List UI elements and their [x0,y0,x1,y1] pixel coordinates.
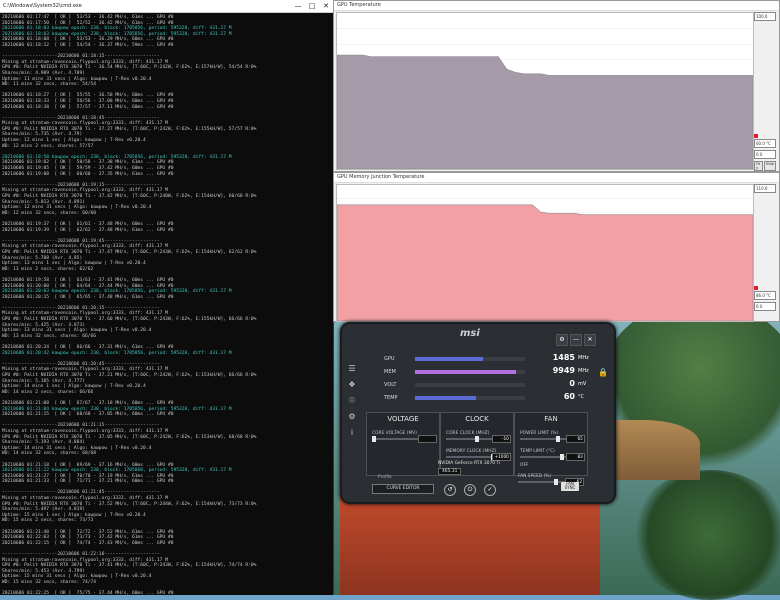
gauge-gpu: GPU 1485 MHz [370,353,590,364]
max-value[interactable]: 100.0 [754,12,776,21]
slider-knob[interactable] [475,436,480,442]
current-value: 86.0 °C [754,291,776,300]
gauge-unit: MHz [578,368,589,374]
gauge-value: 9949 [552,366,575,375]
slider-value-box[interactable]: 83 [565,453,585,461]
driver-version: 465.31 [438,468,462,475]
gauge-label: MEM [384,369,396,375]
gauge-value: 0 [569,379,575,388]
slider-knob[interactable] [554,479,559,485]
fan-off-toggle[interactable]: OFF [520,463,529,468]
close-icon[interactable]: ✕ [584,334,596,346]
minimize-icon[interactable]: — [570,334,582,346]
gauge-label: VOLT [384,382,397,388]
lock-icon[interactable]: 🔒 [598,368,608,377]
settings-gear-icon[interactable]: ⚙ [347,412,357,422]
maximize-icon[interactable]: □ [305,0,319,12]
gpu-temperature-title: GPU Temperature [334,1,779,11]
gauge-label: GPU [384,356,395,362]
slider-knob[interactable] [555,436,560,442]
core-clock-slider[interactable]: CORE CLOCK (MHZ) -10 [446,431,511,443]
window-controls: ⚙ — ✕ [556,334,596,346]
gpu-temperature-plot [336,12,754,170]
minimize-icon[interactable]: — [291,0,305,12]
memory-clock-slider[interactable]: MEMORY CLOCK (MHZ) +1000 [446,449,511,461]
gauge-volt: VOLT 0 mV [370,379,590,390]
apply-icon[interactable]: ✓ [484,484,496,496]
hut [340,495,600,595]
monitor-icon[interactable]: ☉ [347,396,357,406]
profile-label: Profile [378,475,392,480]
slider-knob[interactable] [372,436,376,442]
memory-temperature-side: 110.0 86.0 °C 0.0 [754,184,776,320]
fan-title: FAN [544,415,558,423]
console-line: 20210606 01:22:25 [ OK ] 75/75 - 37.44 M… [2,591,174,595]
current-value: 60.0 °C [754,139,776,148]
series-area [336,204,754,322]
slider-knob[interactable] [560,454,565,460]
power-limit-slider[interactable]: POWER LIMIT (%) 65 [520,431,585,443]
min-value[interactable]: 0.0 [754,302,776,311]
gauge-fill [415,357,484,361]
slider-value-box[interactable] [417,435,437,443]
fit-button[interactable]: Fit y [754,161,763,171]
curve-editor-button[interactable]: CURVE EDITOR [372,484,434,494]
gauge-bar [415,383,525,387]
series-swatch [754,286,758,290]
info-icon[interactable]: i [347,428,357,438]
palm-foliage [630,470,780,600]
fan-panel: FAN POWER LIMIT (%) 65 TEMP LIMIT (°C) 8… [514,412,588,476]
kombustor-icon[interactable]: ☰ [347,364,357,374]
console-titlebar[interactable]: C:\Windows\System32\cmd.exe — □ ✕ [0,0,333,13]
gauge-unit: °C [578,394,584,400]
gauge-bar [415,396,525,400]
gauge-unit: MHz [578,355,589,361]
power-icon[interactable]: ⏻ [464,484,476,496]
bottom-controls: ↺ ⏻ ✓ [444,484,496,496]
gpu-name: NVIDIA GeForce RTX 3070 Ti [438,461,501,466]
gpu-info: NVIDIA GeForce RTX 3070 Ti 465.31 [438,461,500,475]
console-title: C:\Windows\System32\cmd.exe [3,3,82,9]
gauge-bar [415,357,525,361]
series-area [336,54,754,170]
gauge-bar [415,370,525,374]
temp-limit-slider[interactable]: TEMP LIMIT (°C) 83 [520,449,585,461]
scan-icon[interactable]: ❖ [347,380,357,390]
gauge-value: 1485 [552,353,575,362]
gauge-fill [415,396,476,400]
msi-afterburner-window: msi ⚙ — ✕ ☰ ❖ ☉ ⚙ i 🔒 GPU 1485 MHz MEM 9… [340,322,616,504]
hide-button[interactable]: Hide [763,161,776,171]
memory-temperature-chart [336,198,754,322]
voltage-title: VOLTAGE [387,415,419,423]
gauge-unit: mV [578,381,587,387]
gauge-temp: TEMP 60 °C [370,392,590,403]
gauge-value: 60 [563,392,575,401]
console-log[interactable]: 20210606 01:17:47 [ OK ] 53/53 - 36.42 M… [0,13,333,595]
gpu-temperature-chart [336,28,754,170]
gauge-fill [415,370,517,374]
memory-temperature-plot [336,184,754,322]
console-window: C:\Windows\System32\cmd.exe — □ ✕ 202106… [0,0,334,595]
clock-title: CLOCK [465,415,489,423]
max-value[interactable]: 110.0 [754,184,776,193]
slider-value-box[interactable]: +1000 [491,453,511,461]
gpu-temperature-side: 100.0 60.0 °C 0.0 Fit y Hide [754,12,776,171]
memory-temperature-title: GPU Memory Junction Temperature [334,173,779,183]
voltage-panel: VOLTAGE CORE VOLTAGE (MV) [366,412,440,476]
msi-logo: msi [460,328,480,339]
slider-value-box[interactable]: -10 [491,435,511,443]
min-value[interactable]: 0.0 [754,150,776,159]
gauge-mem: MEM 9949 MHz [370,366,590,377]
settings-icon[interactable]: ⚙ [556,334,568,346]
gpu-temperature-window: GPU Temperature 100.0 60.0 °C 0.0 Fit y … [333,0,780,172]
reset-icon[interactable]: ↺ [444,484,456,496]
slider-value-box[interactable]: 65 [565,435,585,443]
core-voltage-slider[interactable]: CORE VOLTAGE (MV) [372,431,437,443]
close-icon[interactable]: ✕ [319,0,333,12]
memory-temperature-window: GPU Memory Junction Temperature 110.0 86… [333,172,780,322]
fan-sync-button[interactable]: FAN SYNC [561,481,579,491]
series-swatch [754,134,758,138]
left-toolbar: ☰ ❖ ☉ ⚙ i [347,364,361,444]
gauge-label: TEMP [384,395,398,401]
